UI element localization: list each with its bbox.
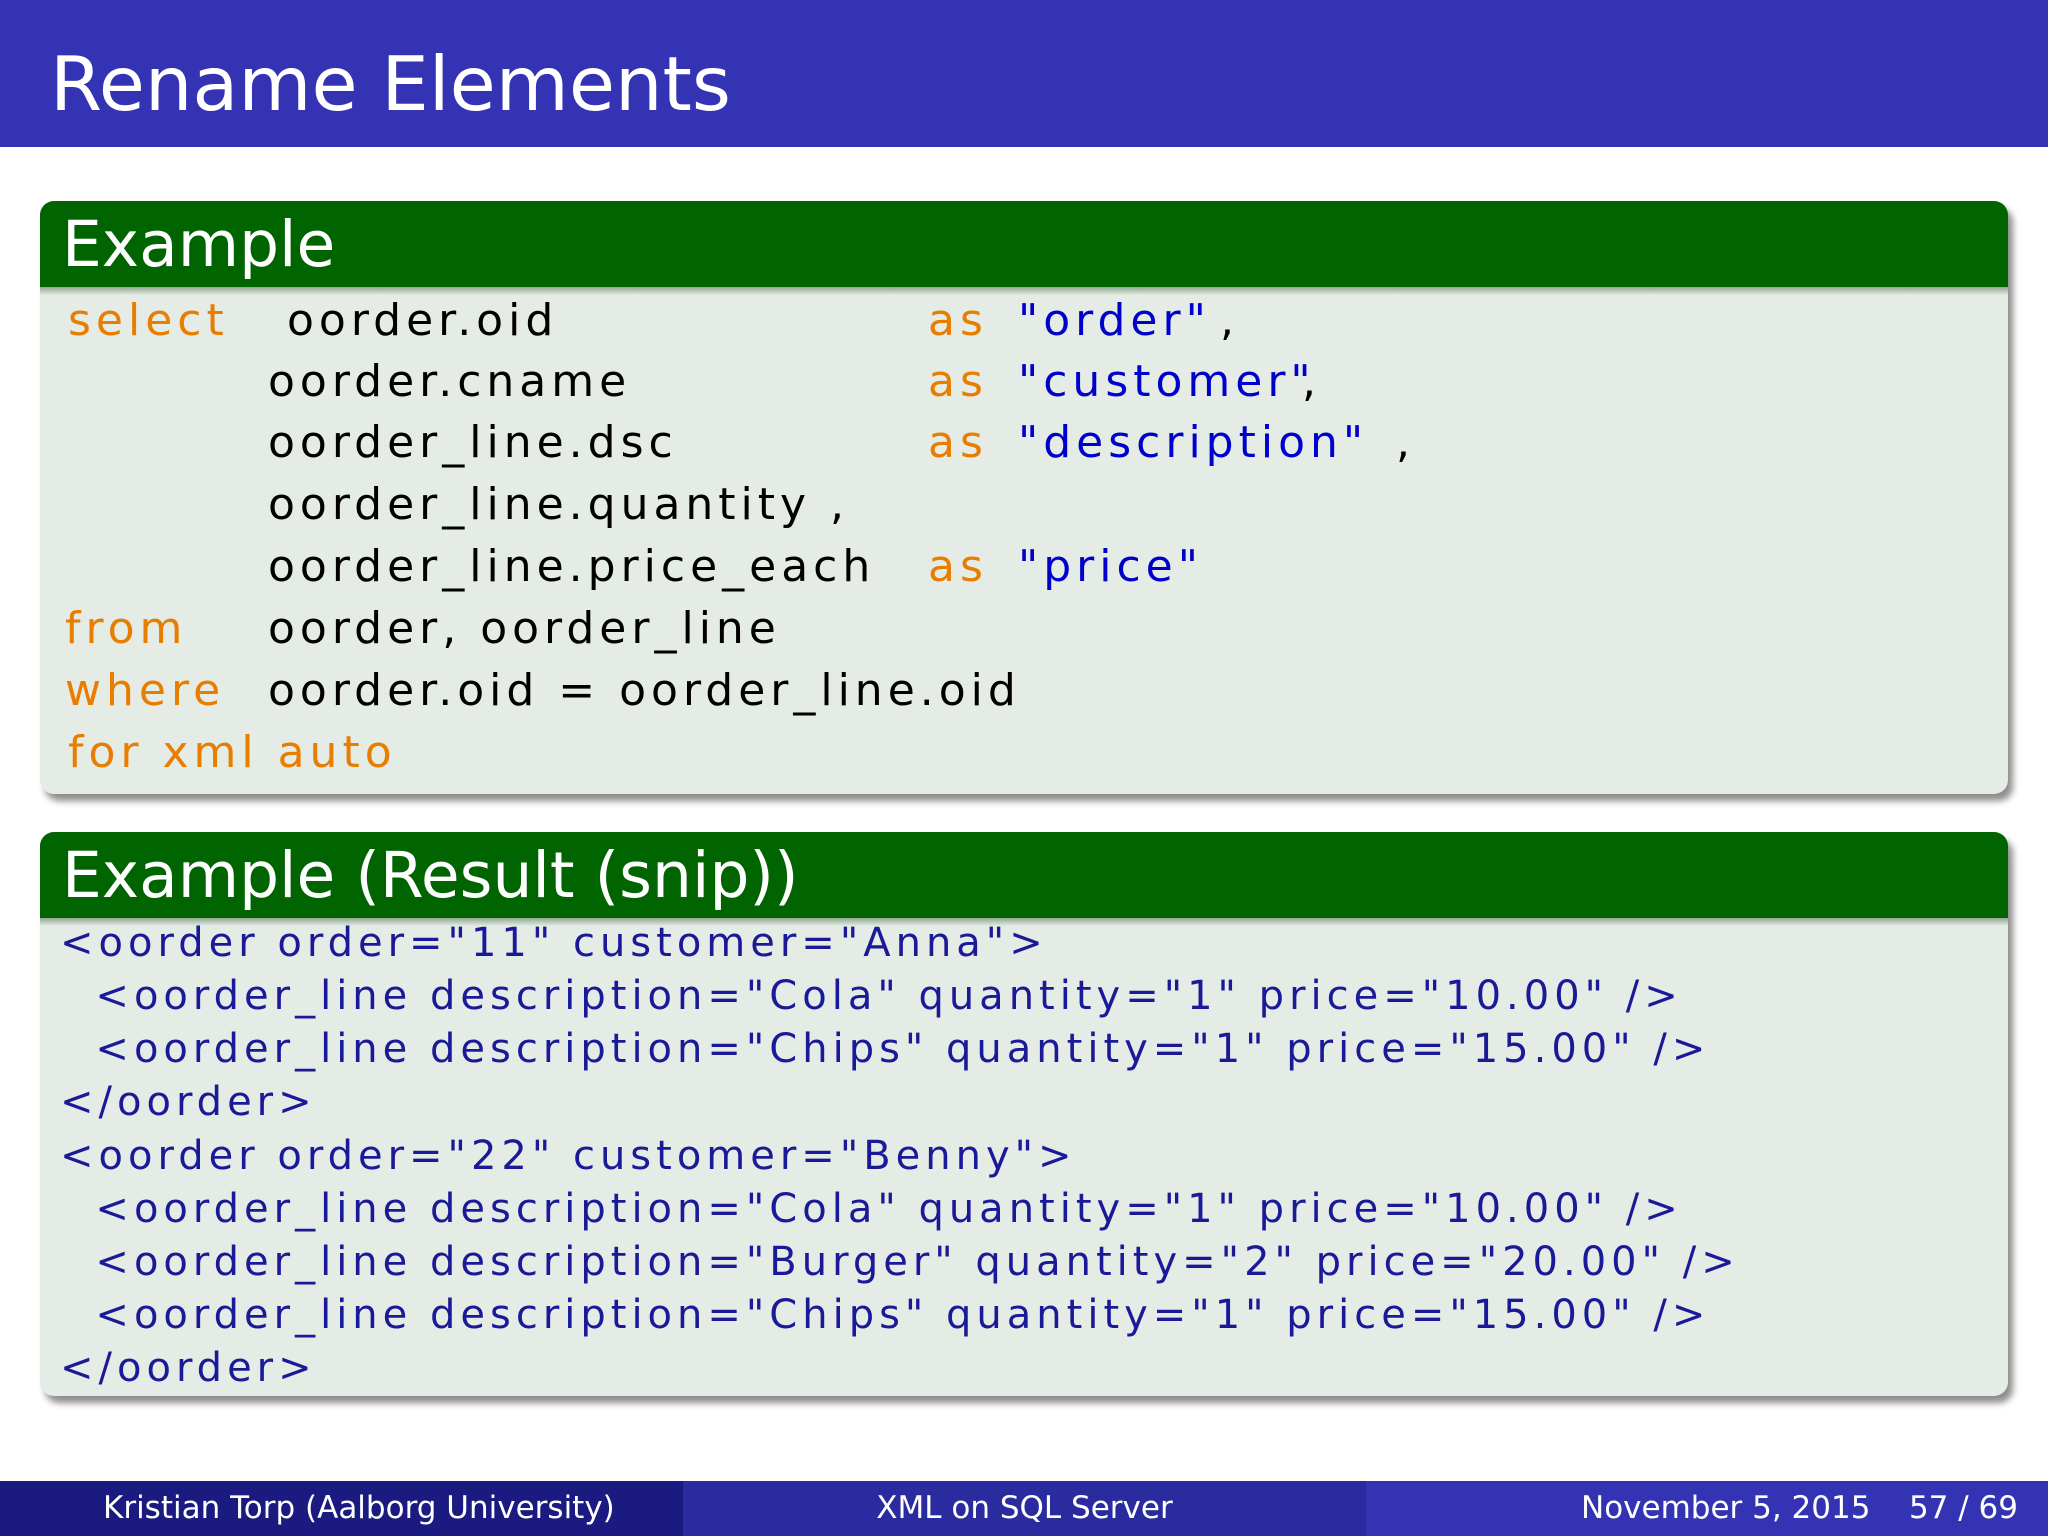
sql-comma: , bbox=[1396, 417, 1415, 468]
sql-keyword-where: where bbox=[65, 665, 226, 716]
sql-keyword-from: from bbox=[65, 603, 188, 654]
result-block-title-bar: Example (Result (snip)) bbox=[40, 832, 2008, 926]
xml-line-6: <oorder_line description="Cola" quantity… bbox=[60, 1186, 1683, 1232]
sql-alias-order: "order" bbox=[1018, 295, 1211, 346]
xml-line-7: <oorder_line description="Burger" quanti… bbox=[60, 1239, 1740, 1285]
sql-keyword-as: as bbox=[928, 295, 988, 346]
sql-column-oid: oorder.oid bbox=[268, 295, 559, 346]
xml-line-8: <oorder_line description="Chips" quantit… bbox=[60, 1292, 1711, 1338]
sql-alias-customer: "customer" bbox=[1018, 356, 1316, 407]
xml-line-3: <oorder_line description="Chips" quantit… bbox=[60, 1026, 1711, 1072]
footer-page-number: 57 / 69 bbox=[1908, 1490, 2018, 1526]
example-block-title: Example bbox=[62, 208, 336, 281]
sql-column-dsc: oorder_line.dsc bbox=[268, 417, 678, 468]
xml-line-4: </oorder> bbox=[60, 1079, 317, 1125]
xml-line-2: <oorder_line description="Cola" quantity… bbox=[60, 973, 1683, 1019]
sql-comma: , bbox=[1220, 295, 1239, 346]
footer-course-section: XML on SQL Server bbox=[683, 1481, 1366, 1536]
sql-keyword-for-xml-auto: for xml auto bbox=[68, 727, 397, 778]
xml-line-1: <oorder order="11" customer="Anna"> bbox=[60, 920, 1048, 966]
sql-keyword-as: as bbox=[928, 356, 988, 407]
sql-keyword-select: select bbox=[68, 295, 229, 346]
footer-date-section: November 5, 2015 57 / 69 bbox=[1366, 1481, 2048, 1536]
sql-line-1: select bbox=[68, 295, 229, 346]
slide-header: Rename Elements bbox=[0, 0, 2048, 147]
result-block: Example (Result (snip)) <oorder order="1… bbox=[40, 832, 2008, 1396]
sql-from-tables: oorder, oorder_line bbox=[268, 603, 781, 654]
sql-alias-price: "price" bbox=[1018, 541, 1203, 592]
slide-title: Rename Elements bbox=[50, 40, 732, 128]
footer-author: Kristian Torp (Aalborg University) bbox=[103, 1490, 615, 1526]
footer-date: November 5, 2015 bbox=[1581, 1490, 1871, 1526]
sql-keyword-as: as bbox=[928, 541, 988, 592]
xml-line-9: </oorder> bbox=[60, 1345, 317, 1391]
sql-column-cname: oorder.cname bbox=[268, 356, 632, 407]
footer-author-section: Kristian Torp (Aalborg University) bbox=[0, 1481, 683, 1536]
example-block: Example select oorder.oid as "order" , o… bbox=[40, 201, 2008, 794]
slide-footer: Kristian Torp (Aalborg University) XML o… bbox=[0, 1481, 2048, 1536]
sql-column-price-each: oorder_line.price_each bbox=[268, 541, 876, 592]
sql-where-condition: oorder.oid = oorder_line.oid bbox=[268, 665, 1021, 716]
sql-keyword-as: as bbox=[928, 417, 988, 468]
xml-line-5: <oorder order="22" customer="Benny"> bbox=[60, 1133, 1077, 1179]
sql-alias-description: "description" bbox=[1018, 417, 1369, 468]
example-block-title-bar: Example bbox=[40, 201, 2008, 295]
footer-course: XML on SQL Server bbox=[876, 1490, 1173, 1526]
sql-comma: , bbox=[1302, 356, 1321, 407]
sql-column-quantity: oorder_line.quantity , bbox=[268, 479, 850, 530]
result-block-title: Example (Result (snip)) bbox=[62, 839, 799, 912]
